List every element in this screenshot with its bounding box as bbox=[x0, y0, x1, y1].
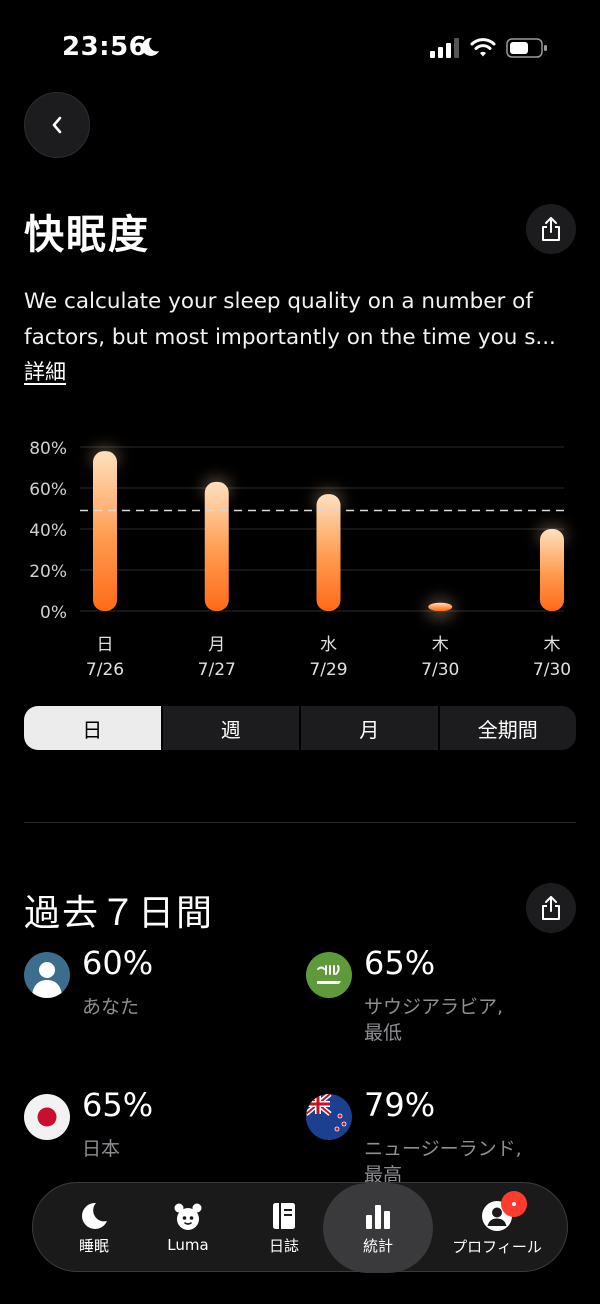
tab-label: 日誌 bbox=[268, 1236, 299, 1255]
stat-label: 日本 bbox=[82, 1138, 121, 1160]
description: We calculate your sleep quality on a num… bbox=[24, 284, 580, 356]
bar bbox=[428, 602, 453, 611]
moon-icon bbox=[82, 1202, 107, 1229]
do-not-disturb-moon-icon bbox=[141, 37, 159, 56]
range-option-all[interactable]: 全期間 bbox=[440, 706, 577, 750]
x-tick-date: 7/29 bbox=[309, 660, 347, 680]
page-title: 快眠度 bbox=[24, 212, 150, 258]
x-tick-weekday: 木 bbox=[432, 635, 449, 655]
tab-bar: 睡眠 Luma 日誌 統計 プロフィール bbox=[32, 1182, 568, 1273]
range-option-day[interactable]: 日 bbox=[24, 706, 163, 750]
bar bbox=[204, 481, 229, 611]
x-tick-date: 7/30 bbox=[533, 660, 571, 680]
bar bbox=[540, 529, 564, 611]
stat-value: 60% bbox=[82, 944, 154, 982]
japan-flag-icon bbox=[24, 1094, 70, 1140]
tab-label: 睡眠 bbox=[78, 1236, 109, 1255]
stat-value: 79% bbox=[364, 1086, 436, 1124]
stat-label: あなた bbox=[82, 996, 140, 1018]
stat-label: サウジアラビア, 最低 bbox=[364, 996, 504, 1044]
x-tick-date: 7/26 bbox=[86, 660, 124, 680]
bar bbox=[316, 494, 341, 611]
new-zealand-flag-icon bbox=[306, 1094, 352, 1140]
section-divider bbox=[24, 822, 576, 823]
y-tick-label: 40% bbox=[29, 521, 67, 541]
wifi-icon bbox=[470, 38, 496, 57]
section-title: 過去７日間 bbox=[24, 893, 215, 934]
sleep-quality-chart: 80% 60% 40% 20% 0% 日 7/26 月 7/27 水 7/29 木 7/30 木 7/30 bbox=[29, 439, 571, 680]
range-option-month[interactable]: 月 bbox=[301, 706, 440, 750]
notification-badge bbox=[501, 1191, 527, 1217]
tab-stats[interactable]: 統計 bbox=[323, 1183, 433, 1273]
range-option-week[interactable]: 週 bbox=[163, 706, 301, 750]
tab-journal[interactable]: 日誌 bbox=[241, 1183, 327, 1273]
y-tick-label: 80% bbox=[29, 439, 67, 459]
tab-label: プロフィール bbox=[452, 1237, 542, 1256]
share-icon bbox=[542, 896, 560, 920]
share-button[interactable] bbox=[526, 883, 576, 933]
y-tick-label: 60% bbox=[29, 480, 67, 500]
badge-dot bbox=[512, 1202, 516, 1206]
description-line: factors, but most importantly on the tim… bbox=[24, 325, 556, 350]
user-avatar-icon bbox=[24, 952, 70, 998]
tab-sleep[interactable]: 睡眠 bbox=[53, 1183, 135, 1273]
x-tick-date: 7/30 bbox=[421, 660, 459, 680]
share-button[interactable] bbox=[526, 204, 576, 254]
chevron-left-icon bbox=[52, 116, 62, 134]
tab-profile[interactable]: プロフィール bbox=[439, 1183, 555, 1273]
back-button[interactable] bbox=[24, 92, 90, 158]
stat-label: ニュージーランド, 最高 bbox=[364, 1138, 522, 1186]
y-tick-label: 0% bbox=[40, 603, 67, 623]
x-tick-weekday: 月 bbox=[208, 635, 225, 655]
x-tick-weekday: 日 bbox=[97, 635, 114, 655]
details-link[interactable]: 詳細 bbox=[24, 356, 66, 386]
stat-value: 65% bbox=[364, 944, 436, 982]
x-tick-weekday: 木 bbox=[544, 635, 561, 655]
description-line: We calculate your sleep quality on a num… bbox=[24, 289, 533, 314]
x-tick-date: 7/27 bbox=[198, 660, 236, 680]
cellular-signal-icon bbox=[430, 38, 459, 58]
tab-label: Luma bbox=[167, 1236, 209, 1254]
range-selector: 日 週 月 全期間 bbox=[24, 706, 576, 750]
alarm-clock-icon bbox=[174, 1203, 202, 1230]
stat-value: 65% bbox=[82, 1086, 154, 1124]
status-bar: 23:56 bbox=[0, 0, 600, 96]
tab-luma[interactable]: Luma bbox=[145, 1183, 231, 1273]
tab-label: 統計 bbox=[362, 1236, 393, 1255]
saudi-flag-icon bbox=[306, 952, 352, 998]
journal-icon bbox=[273, 1202, 295, 1229]
battery-icon bbox=[506, 38, 547, 58]
share-icon bbox=[542, 217, 560, 241]
status-time: 23:56 bbox=[62, 32, 148, 62]
x-tick-weekday: 水 bbox=[320, 635, 337, 655]
bar bbox=[93, 451, 117, 611]
bar-chart-icon bbox=[366, 1204, 390, 1229]
y-tick-label: 20% bbox=[29, 562, 67, 582]
